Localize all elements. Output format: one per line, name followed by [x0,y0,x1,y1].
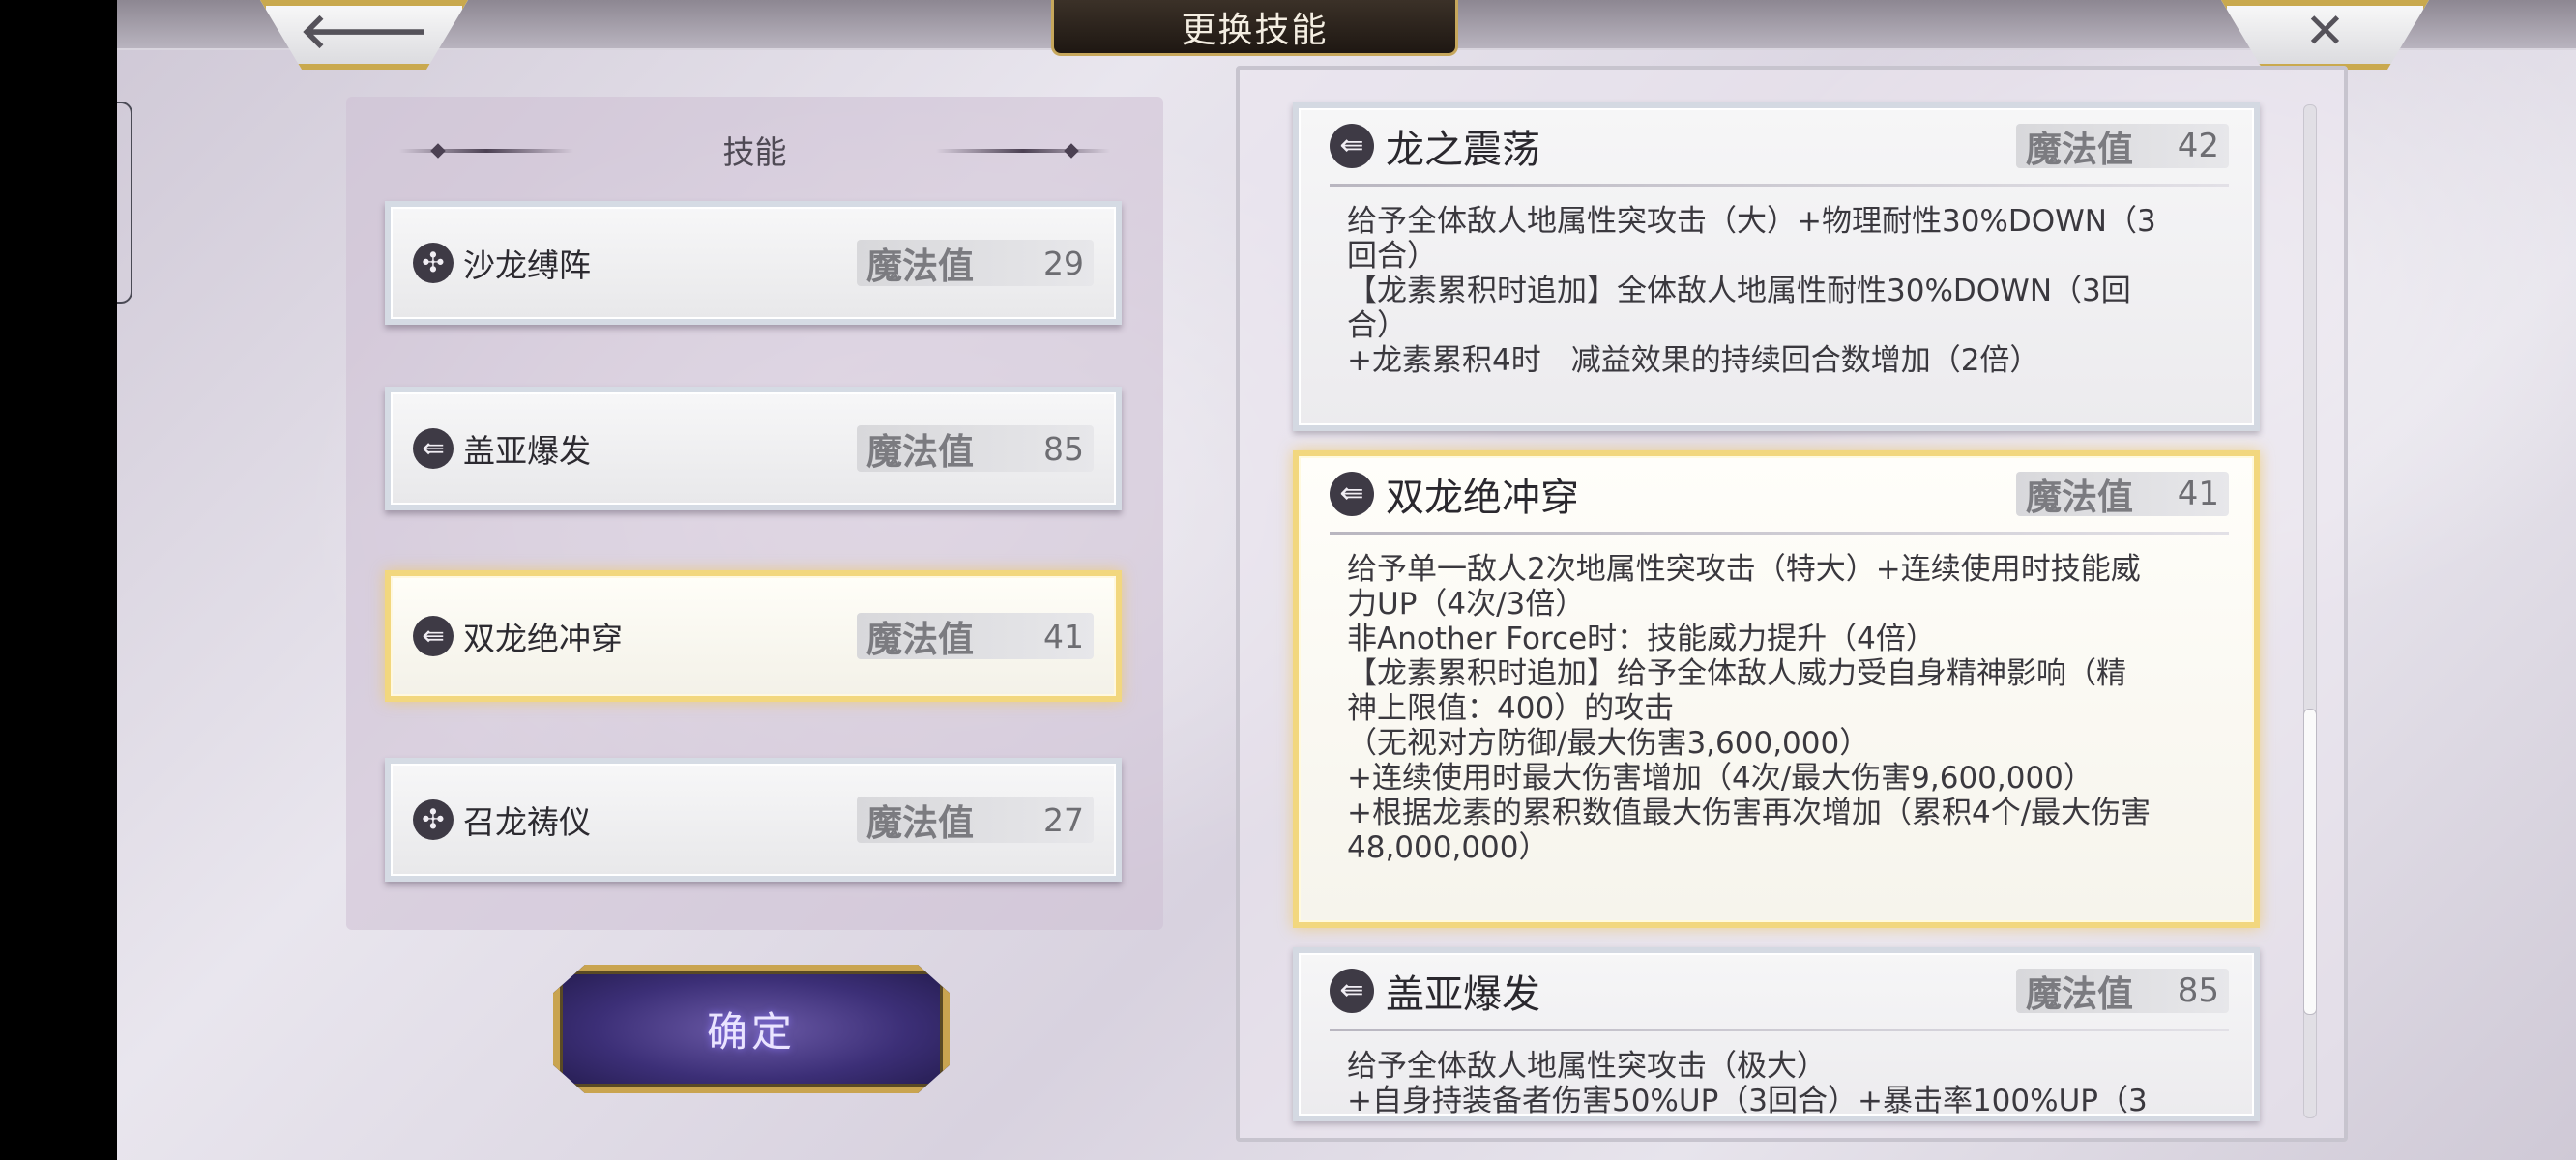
arrow-thrust-icon: ⇚ [1330,472,1374,516]
mp-value: 41 [1043,617,1084,655]
skill-slot-4[interactable]: ✣ 召龙祷仪 魔法值 27 [385,758,1122,882]
header-ornament-right [936,149,1110,153]
detail-skill-name: 龙之震荡 [1386,128,1540,172]
mp-badge: 魔法值 42 [2016,124,2229,170]
arrow-thrust-icon: ⇚ [1330,124,1374,168]
skill-name: 沙龙缚阵 [463,246,591,284]
skill-detail-card[interactable]: ⇚ 龙之震荡 魔法值 42 给予全体敌人地属性突攻击（大）+物理耐性30%DOW… [1293,102,2260,431]
detail-header: ⇚ 双龙绝冲穿 魔法值 41 [1299,456,2254,532]
divider [1330,532,2229,535]
skill-description: 给予全体敌人地属性突攻击（极大） +自身持装备者伤害50%UP（3回合）+暴击率… [1347,1049,2148,1118]
mp-label: 魔法值 [866,619,974,660]
mp-badge: 魔法值 85 [2016,969,2229,1015]
arrow-thrust-icon: ⇚ [1330,969,1374,1013]
title-plate: 更换技能 [1051,0,1458,56]
back-arrow-icon: 🡐 [299,3,429,59]
skill-detail-card-selected[interactable]: ⇚ 双龙绝冲穿 魔法值 41 给予单一敌人2次地属性突攻击（特大）+连续使用时技… [1293,450,2260,928]
mp-value: 85 [2177,972,2219,1010]
mp-value: 42 [2177,127,2219,165]
detail-header: ⇚ 盖亚爆发 魔法值 85 [1299,953,2254,1029]
page-title: 更换技能 [1181,10,1329,50]
mp-badge: 魔法值 27 [857,797,1094,844]
mp-label: 魔法值 [2026,477,2133,518]
mp-value: 29 [1043,244,1084,282]
skill-name: 双龙绝冲穿 [463,620,623,657]
mp-label: 魔法值 [866,431,974,473]
wind-burst-icon: ✣ [413,243,454,283]
wind-burst-icon: ✣ [413,799,454,840]
mp-badge: 魔法值 29 [857,240,1094,287]
mp-badge: 魔法值 41 [2016,472,2229,518]
arrow-thrust-icon: ⇚ [413,428,454,469]
skill-slot-1[interactable]: ✣ 沙龙缚阵 魔法值 29 [385,201,1122,325]
mp-value: 85 [1043,429,1084,468]
skill-detail-card[interactable]: ⇚ 盖亚爆发 魔法值 85 给予全体敌人地属性突攻击（极大） +自身持装备者伤害… [1293,947,2260,1121]
skill-panel-title: 技能 [722,133,787,171]
header-ornament-left [399,149,573,153]
mp-value: 27 [1043,800,1084,839]
detail-skill-name: 盖亚爆发 [1386,972,1540,1017]
skill-name: 召龙祷仪 [463,803,591,841]
skill-slot-3[interactable]: ⇚ 双龙绝冲穿 魔法值 41 [385,570,1122,702]
mp-badge: 魔法值 85 [857,425,1094,473]
divider [1330,1029,2229,1031]
mp-value: 41 [2177,475,2219,513]
skill-description: 给予全体敌人地属性突攻击（大）+物理耐性30%DOWN（3 回合） 【龙素累积时… [1347,204,2156,378]
confirm-label: 确定 [706,1008,796,1056]
arrow-thrust-icon: ⇚ [413,616,454,656]
detail-skill-name: 双龙绝冲穿 [1386,476,1579,520]
skill-slot-2[interactable]: ⇚ 盖亚爆发 魔法值 85 [385,387,1122,510]
skill-name: 盖亚爆发 [463,432,591,470]
mp-label: 魔法值 [2026,973,2133,1015]
detail-scrollbar-thumb[interactable] [2303,709,2317,1015]
detail-header: ⇚ 龙之震荡 魔法值 42 [1299,108,2254,184]
side-drawer-handle[interactable] [117,102,132,304]
mp-label: 魔法值 [2026,129,2133,170]
confirm-button[interactable]: 确定 [553,965,950,1093]
close-icon: ✕ [2304,3,2346,59]
skill-description: 给予单一敌人2次地属性突攻击（特大）+连续使用时技能威 力UP（4次/3倍） 非… [1347,552,2152,865]
mp-label: 魔法值 [866,246,974,287]
back-button[interactable]: 🡐 [260,0,468,70]
mp-badge: 魔法值 41 [857,613,1094,660]
close-button[interactable]: ✕ [2221,0,2429,70]
divider [1330,184,2229,187]
skill-panel-header: 技能 [346,126,1163,174]
mp-label: 魔法值 [866,802,974,844]
